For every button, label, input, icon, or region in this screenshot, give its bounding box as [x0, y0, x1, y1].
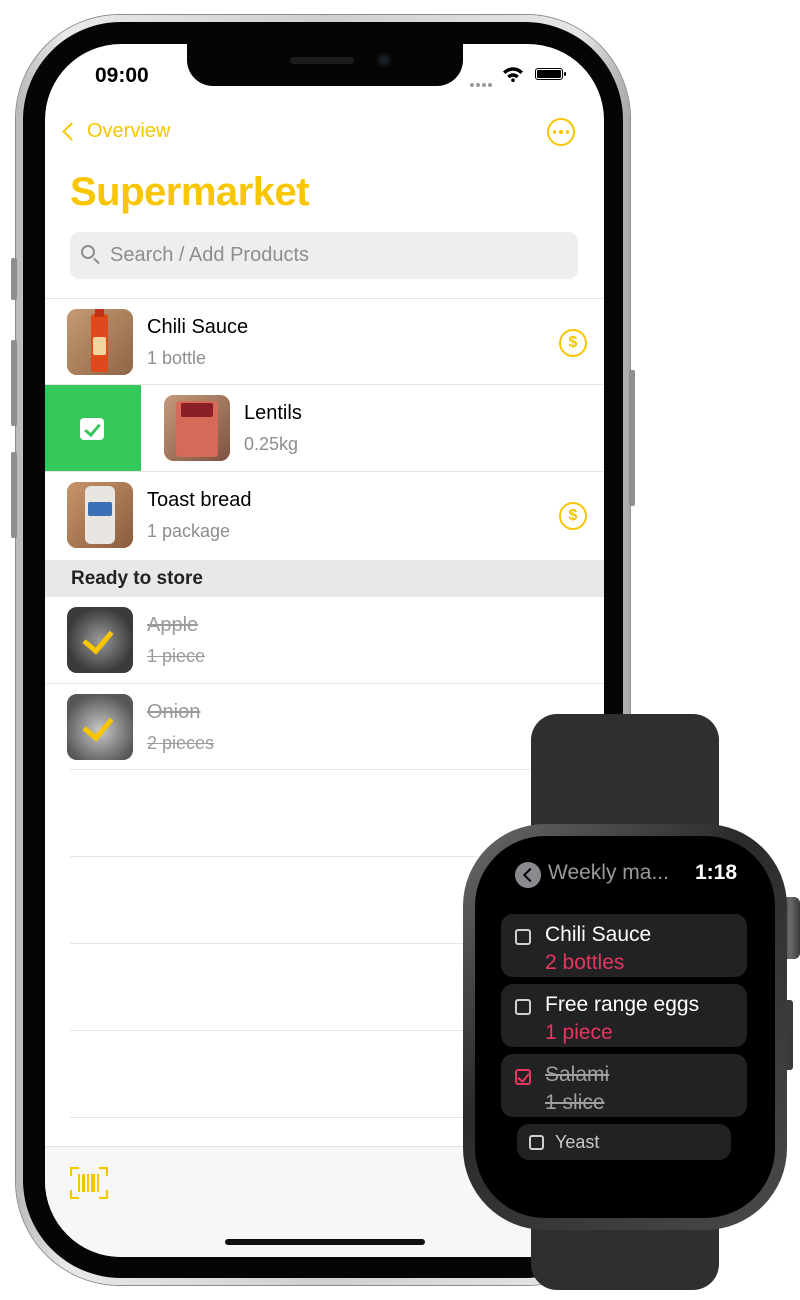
item-name: Onion — [147, 701, 201, 723]
status-time: 09:00 — [95, 64, 149, 87]
watch-item-name: Yeast — [555, 1132, 600, 1152]
chevron-left-icon — [62, 122, 81, 141]
checkbox-icon[interactable] — [515, 999, 531, 1015]
item-quantity: 0.25kg — [244, 434, 299, 454]
phone-mute-switch — [11, 258, 17, 300]
item-quantity: 1 bottle — [147, 348, 207, 368]
section-title: Ready to store — [71, 568, 203, 589]
item-quantity: 1 package — [147, 521, 231, 541]
phone-volume-up-button — [11, 340, 17, 426]
home-indicator — [225, 1239, 425, 1245]
barcode-scan-icon[interactable] — [70, 1167, 108, 1199]
list-item[interactable]: Toast bread 1 package $ — [45, 471, 604, 557]
phone-side-button — [629, 370, 635, 506]
watch-list-item[interactable]: Chili Sauce 2 bottles — [501, 914, 747, 977]
watch-list-title: Weekly ma... — [548, 861, 669, 884]
front-camera — [377, 53, 391, 67]
search-input[interactable]: Search / Add Products — [70, 232, 578, 279]
back-button[interactable]: Overview — [61, 120, 170, 143]
item-quantity: 2 pieces — [147, 733, 215, 753]
earpiece-speaker — [290, 57, 354, 64]
product-photo-apple — [67, 607, 133, 673]
search-icon — [81, 245, 95, 259]
dollar-coin-icon[interactable]: $ — [559, 502, 587, 530]
watch-item-name: Chili Sauce — [545, 923, 652, 946]
watch-item-quantity: 2 bottles — [545, 951, 625, 974]
watch-item-name: Free range eggs — [545, 993, 700, 1016]
product-photo-lentils — [164, 395, 230, 461]
watch-list-item[interactable]: Yeast — [517, 1124, 731, 1160]
item-name: Apple — [147, 614, 199, 636]
list-item[interactable]: Apple 1 piece — [45, 597, 604, 683]
watch-back-button[interactable] — [515, 862, 541, 888]
section-header: Ready to store — [45, 560, 604, 597]
watch-list-item[interactable]: Free range eggs 1 piece — [501, 984, 747, 1047]
list-item[interactable]: Chili Sauce 1 bottle $ — [45, 298, 604, 384]
item-quantity: 1 piece — [147, 646, 206, 666]
back-label: Overview — [87, 120, 171, 142]
more-options-button[interactable] — [547, 118, 575, 146]
watch-item-quantity: 1 slice — [545, 1091, 605, 1114]
item-name: Chili Sauce — [147, 316, 249, 338]
dollar-coin-icon[interactable]: $ — [559, 329, 587, 357]
cellular-signal-icon — [470, 74, 496, 87]
watch-item-quantity: 1 piece — [545, 1021, 613, 1044]
checkmark-icon — [80, 418, 104, 440]
watch-screen: Weekly ma... 1:18 Chili Sauce 2 bottles … — [475, 836, 775, 1218]
phone-volume-down-button — [11, 452, 17, 538]
divider — [70, 769, 604, 770]
swipe-check-action[interactable] — [45, 385, 141, 471]
battery-icon — [535, 68, 566, 80]
search-placeholder: Search / Add Products — [110, 244, 310, 266]
notch — [187, 44, 463, 86]
checkbox-checked-icon[interactable] — [515, 1069, 531, 1085]
item-name: Lentils — [244, 402, 302, 424]
wifi-icon — [503, 67, 523, 82]
watch-time: 1:18 — [695, 861, 738, 884]
watch-item-name: Salami — [545, 1063, 610, 1086]
list-item[interactable]: Onion 2 pieces — [45, 683, 604, 769]
product-photo-onion — [67, 694, 133, 760]
checkbox-icon[interactable] — [529, 1135, 544, 1150]
product-photo-toast-bread — [67, 482, 133, 548]
product-photo-chili-sauce — [67, 309, 133, 375]
list-item[interactable]: Lentils 0.25kg — [45, 384, 604, 471]
page-title: Supermarket — [70, 170, 310, 214]
checkbox-icon[interactable] — [515, 929, 531, 945]
item-name: Toast bread — [147, 489, 252, 511]
watch-list-item[interactable]: Salami 1 slice — [501, 1054, 747, 1117]
